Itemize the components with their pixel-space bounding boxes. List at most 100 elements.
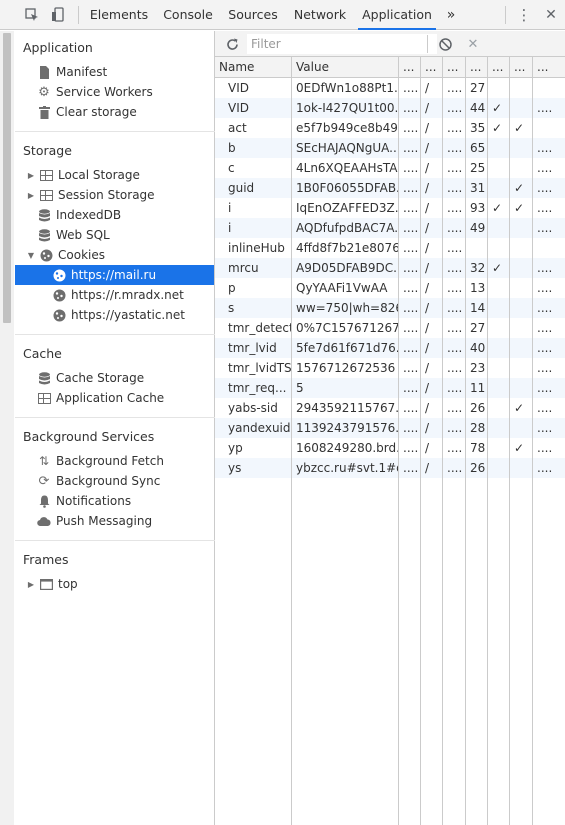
cookie-attr-cell: .... xyxy=(447,441,463,455)
tab-sources[interactable]: Sources xyxy=(225,0,281,30)
column-header-truncated[interactable]: ... xyxy=(466,57,488,78)
cookie-attr-cell: .... xyxy=(403,181,419,195)
expand-triangle-icon[interactable]: ▶ xyxy=(26,580,36,589)
cookie-attr-cell: .... xyxy=(403,461,419,475)
sidebar-item-clear-storage[interactable]: Clear storage xyxy=(37,102,214,122)
sidebar-item-session-storage[interactable]: ▶ Session Storage xyxy=(26,185,214,205)
table-row[interactable]: yabs-sid 2943592115767....... /.... 26 ✓.... xyxy=(215,398,565,418)
device-toolbar-icon[interactable] xyxy=(48,0,68,30)
tab-network[interactable]: Network xyxy=(290,0,350,30)
column-divider[interactable] xyxy=(487,57,488,825)
table-row[interactable]: inlineHub 4ffd8f7b21e8076....... /.... xyxy=(215,238,565,258)
cookie-attr-cell xyxy=(510,78,533,98)
cookie-attr-cell xyxy=(510,358,533,378)
sidebar-item-cache-storage[interactable]: Cache Storage xyxy=(37,368,214,388)
cookie-attr-cell: ✓ xyxy=(492,201,503,215)
table-row[interactable]: tmr_req... 5.... /.... 11.... xyxy=(215,378,565,398)
filter-input[interactable] xyxy=(247,34,437,54)
table-row[interactable]: p QyYAAFi1VwAA.... /.... 13.... xyxy=(215,278,565,298)
cookie-attr-cell: .... xyxy=(447,141,463,155)
sidebar-item-web-sql[interactable]: Web SQL xyxy=(37,225,214,245)
column-header-truncated[interactable]: ... xyxy=(488,57,510,78)
sidebar-item-application-cache[interactable]: Application Cache xyxy=(37,388,214,408)
scrollbar-thumb[interactable] xyxy=(3,33,11,323)
sidebar-item-manifest[interactable]: Manifest xyxy=(37,62,214,82)
sidebar-item-label: Manifest xyxy=(56,65,108,79)
expand-triangle-icon[interactable]: ▶ xyxy=(26,171,36,180)
menu-kebab-icon[interactable]: ⋮ xyxy=(515,0,533,30)
tab-console[interactable]: Console xyxy=(160,0,216,30)
cookie-name-cell: yp xyxy=(228,441,243,455)
column-divider[interactable] xyxy=(465,57,466,825)
cookie-attr-cell xyxy=(488,378,510,398)
cookie-attr-cell xyxy=(466,238,488,258)
refresh-icon[interactable] xyxy=(223,35,241,53)
column-header-truncated[interactable]: ... xyxy=(399,57,421,78)
cookie-name-cell: act xyxy=(228,121,247,135)
cookie-attr-cell xyxy=(488,338,510,358)
column-header-truncated[interactable]: ... xyxy=(421,57,443,78)
table-row[interactable]: guid 1B0F06055DFAB....... /.... 31 ✓.... xyxy=(215,178,565,198)
close-icon[interactable]: ✕ xyxy=(541,0,561,30)
cookie-domain-yastatic[interactable]: https://yastatic.net xyxy=(15,305,214,325)
inspect-element-icon[interactable] xyxy=(22,0,42,30)
column-divider[interactable] xyxy=(532,57,533,825)
cookie-attr-cell: 65 xyxy=(470,141,486,155)
column-header-truncated[interactable]: ... xyxy=(533,57,565,78)
table-row[interactable]: tmr_lvidTS 1576712672536.... /.... 23.... xyxy=(215,358,565,378)
column-header-truncated[interactable]: ... xyxy=(510,57,533,78)
table-row[interactable]: i AQDfufpdBAC7A....... /.... 49.... xyxy=(215,218,565,238)
column-divider[interactable] xyxy=(509,57,510,825)
column-header-truncated[interactable]: ... xyxy=(443,57,466,78)
column-divider[interactable] xyxy=(442,57,443,825)
database-icon xyxy=(37,228,51,242)
cookie-attr-cell xyxy=(488,78,510,98)
table-row[interactable]: mrcu A9D05DFAB9DC....... /.... 32 ✓.... xyxy=(215,258,565,278)
table-row[interactable]: VID 1ok-I427QU1t00....... /.... 44 ✓.... xyxy=(215,98,565,118)
table-row[interactable]: act e5f7b949ce8b49....... /.... 35 ✓ ✓ xyxy=(215,118,565,138)
table-row[interactable]: yandexuid 1139243791576....... /.... 28.... xyxy=(215,418,565,438)
cookie-attr-cell: ✓ xyxy=(514,441,525,455)
cookie-value-cell: 1576712672536 xyxy=(296,361,396,375)
table-row[interactable]: i IqEnOZAFFED3Z....... /.... 93 ✓ ✓.... xyxy=(215,198,565,218)
sidebar-item-notifications[interactable]: Notifications xyxy=(37,491,214,511)
table-row[interactable]: b SEcHAJAQNgUA....... /.... 65.... xyxy=(215,138,565,158)
sidebar-item-service-workers[interactable]: ⚙ Service Workers xyxy=(37,82,214,102)
cookie-domain-mail-ru[interactable]: https://mail.ru xyxy=(15,265,214,285)
delete-selected-icon[interactable]: ✕ xyxy=(465,36,481,52)
cookie-attr-cell xyxy=(510,158,533,178)
table-row[interactable]: VID 0EDfWn1o88Pt1....... /.... 27 xyxy=(215,78,565,98)
more-tabs-button[interactable]: » xyxy=(442,0,460,30)
cookie-attr-cell: / xyxy=(425,241,430,255)
clear-all-cookies-icon[interactable] xyxy=(437,36,453,52)
table-row[interactable]: c 4Ln6XQEAAHsTA....... /.... 25.... xyxy=(215,158,565,178)
column-divider[interactable] xyxy=(398,57,399,825)
sidebar-item-local-storage[interactable]: ▶ Local Storage xyxy=(26,165,214,185)
column-header-name[interactable]: Name xyxy=(215,57,292,78)
cookie-name-cell: VID xyxy=(228,101,249,115)
cookie-attr-cell: .... xyxy=(447,301,463,315)
table-row[interactable]: tmr_lvid 5fe7d61f671d76....... /.... 40.... xyxy=(215,338,565,358)
column-header-value[interactable]: Value xyxy=(292,57,399,78)
collapse-triangle-icon[interactable]: ▼ xyxy=(26,251,36,260)
table-row[interactable]: s ww=750|wh=826.... /.... 14.... xyxy=(215,298,565,318)
table-row[interactable]: tmr_detect 0%7C157671267....... /.... 27...… xyxy=(215,318,565,338)
section-title-storage: Storage xyxy=(23,143,72,158)
sidebar-item-background-fetch[interactable]: ⇅ Background Fetch xyxy=(37,451,214,471)
sidebar-item-cookies[interactable]: ▼ Cookies xyxy=(26,245,214,265)
cookie-attr-cell xyxy=(510,458,533,478)
column-divider[interactable] xyxy=(291,57,292,825)
sidebar-item-push-messaging[interactable]: Push Messaging xyxy=(37,511,214,531)
cookie-domain-r-mradx[interactable]: https://r.mradx.net xyxy=(15,285,214,305)
expand-triangle-icon[interactable]: ▶ xyxy=(26,191,36,200)
table-row[interactable]: ys ybzcc.ru#svt.1#d....... /.... 26.... xyxy=(215,458,565,478)
sidebar-scrollbar[interactable] xyxy=(0,31,14,825)
column-divider[interactable] xyxy=(420,57,421,825)
table-row[interactable]: yp 1608249280.brd........ /.... 78 ✓.... xyxy=(215,438,565,458)
tab-application[interactable]: Application xyxy=(358,0,436,30)
tab-elements[interactable]: Elements xyxy=(87,0,151,30)
sidebar-item-indexeddb[interactable]: IndexedDB xyxy=(37,205,214,225)
sidebar-item-background-sync[interactable]: ⟳ Background Sync xyxy=(37,471,214,491)
sidebar-item-frame-top[interactable]: ▶ top xyxy=(26,574,214,594)
cookie-name-cell: guid xyxy=(228,181,255,195)
